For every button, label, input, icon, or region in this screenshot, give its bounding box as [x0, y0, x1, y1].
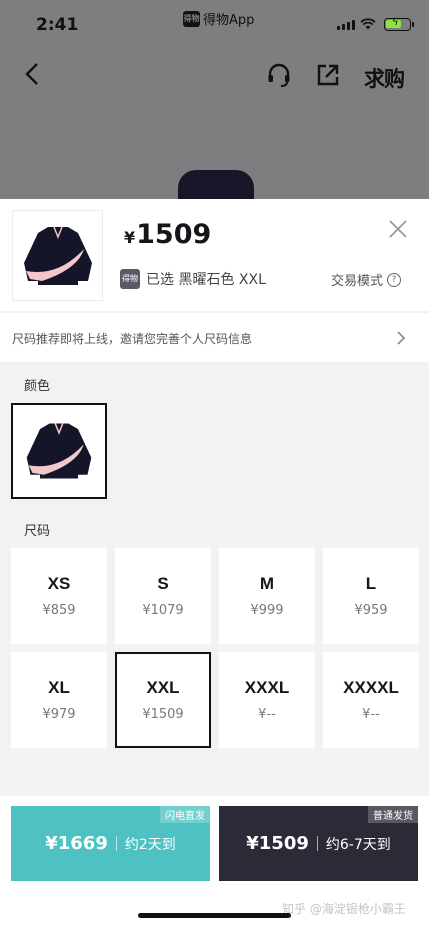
buy-normal-button[interactable]: 普通发货 ¥1509 约6-7天到: [219, 806, 418, 881]
wifi-icon: [360, 18, 376, 30]
close-icon[interactable]: [388, 219, 408, 239]
qiugou-button[interactable]: 求购: [364, 63, 405, 93]
size-price: ¥859: [42, 603, 76, 618]
color-option-obsidian[interactable]: [11, 403, 107, 499]
product-price: ¥1509: [124, 219, 211, 250]
size-price: ¥979: [42, 707, 76, 722]
divider: [316, 836, 318, 851]
product-summary: ¥1509 得物 已选 黑曜石色 XXL 交易模式 ?: [0, 199, 429, 311]
product-page-backdrop[interactable]: 2:41 得物 得物App ϟ 求购: [0, 0, 429, 199]
chevron-right-icon: [397, 331, 406, 345]
carrier-label: 得物 得物App: [183, 9, 254, 28]
help-circle-icon: ?: [387, 272, 402, 287]
notice-text: 尺码推荐即将上线，邀请您完善个人尺码信息: [12, 332, 253, 346]
normal-ship-tag: 普通发货: [368, 806, 418, 823]
size-selection-sheet: ¥1509 得物 已选 黑曜石色 XXL 交易模式 ? 尺码推荐即将上线，邀请您…: [0, 199, 429, 929]
product-thumbnail: [12, 210, 103, 301]
product-image-peek: [178, 170, 254, 199]
divider: [115, 836, 117, 851]
normal-eta: 约6-7天到: [325, 836, 391, 853]
size-name: XXL: [146, 678, 180, 697]
size-option-l[interactable]: L ¥959: [323, 548, 419, 644]
buy-bar: 闪电直发 ¥1669 约2天到 普通发货 ¥1509 约6-7天到 知乎 @海淀…: [0, 796, 429, 929]
app-name: 得物App: [203, 13, 255, 28]
size-price: ¥1079: [142, 603, 184, 618]
top-nav: 求购: [0, 58, 429, 98]
app-logo-icon: 得物: [183, 10, 200, 27]
status-time: 2:41: [36, 15, 79, 35]
normal-price: ¥1509: [246, 833, 309, 854]
signal-icon: [337, 20, 355, 30]
size-name: XL: [48, 678, 70, 697]
jacket-icon: [26, 423, 92, 479]
selected-variant: 得物 已选 黑曜石色 XXL: [120, 269, 266, 289]
size-name: L: [365, 574, 377, 593]
size-price: ¥--: [362, 707, 380, 722]
size-name: XXXL: [244, 678, 290, 697]
size-option-m[interactable]: M ¥999: [219, 548, 315, 644]
size-option-xxl[interactable]: XXL ¥1509: [115, 652, 211, 748]
watermark: 知乎 @海淀银枪小霸王: [282, 902, 406, 916]
size-recommend-notice[interactable]: 尺码推荐即将上线，邀请您完善个人尺码信息: [0, 312, 429, 362]
trade-mode-link[interactable]: 交易模式 ?: [331, 270, 402, 289]
size-option-s[interactable]: S ¥1079: [115, 548, 211, 644]
fast-eta: 约2天到: [124, 836, 176, 853]
battery-icon: ϟ: [384, 17, 414, 31]
size-price: ¥999: [250, 603, 284, 618]
chevron-left-icon[interactable]: [22, 62, 42, 86]
size-price: ¥959: [354, 603, 388, 618]
size-price: ¥1509: [142, 707, 184, 722]
size-name: M: [259, 574, 275, 593]
color-section-label: 颜色: [24, 379, 51, 394]
size-option-xl[interactable]: XL ¥979: [11, 652, 107, 748]
size-option-xxxxl[interactable]: XXXXL ¥--: [323, 652, 419, 748]
size-name: XS: [47, 574, 71, 593]
fast-price: ¥1669: [45, 833, 108, 854]
size-name: S: [157, 574, 169, 593]
size-option-xxxl[interactable]: XXXL ¥--: [219, 652, 315, 748]
size-grid: XS ¥859 S ¥1079 M ¥999 L ¥959 XL ¥979 XXL ¥1509 XXXL…: [11, 548, 419, 748]
headset-icon[interactable]: [266, 62, 292, 88]
jacket-icon: [23, 226, 92, 285]
price-value: 1509: [136, 219, 212, 250]
size-section-label: 尺码: [24, 524, 51, 539]
dewu-badge-icon: 得物: [120, 269, 140, 289]
status-bar: 2:41 得物 得物App ϟ: [0, 0, 429, 48]
selected-variant-text: 已选 黑曜石色 XXL: [146, 272, 266, 288]
size-price: ¥--: [258, 707, 276, 722]
trade-mode-label: 交易模式: [331, 274, 384, 289]
currency-symbol: ¥: [124, 228, 136, 247]
size-option-xs[interactable]: XS ¥859: [11, 548, 107, 644]
buy-fast-button[interactable]: 闪电直发 ¥1669 约2天到: [11, 806, 210, 881]
fast-ship-tag: 闪电直发: [160, 806, 210, 823]
share-icon[interactable]: [316, 63, 340, 87]
home-indicator[interactable]: [138, 913, 291, 918]
size-name: XXXXL: [343, 678, 399, 697]
